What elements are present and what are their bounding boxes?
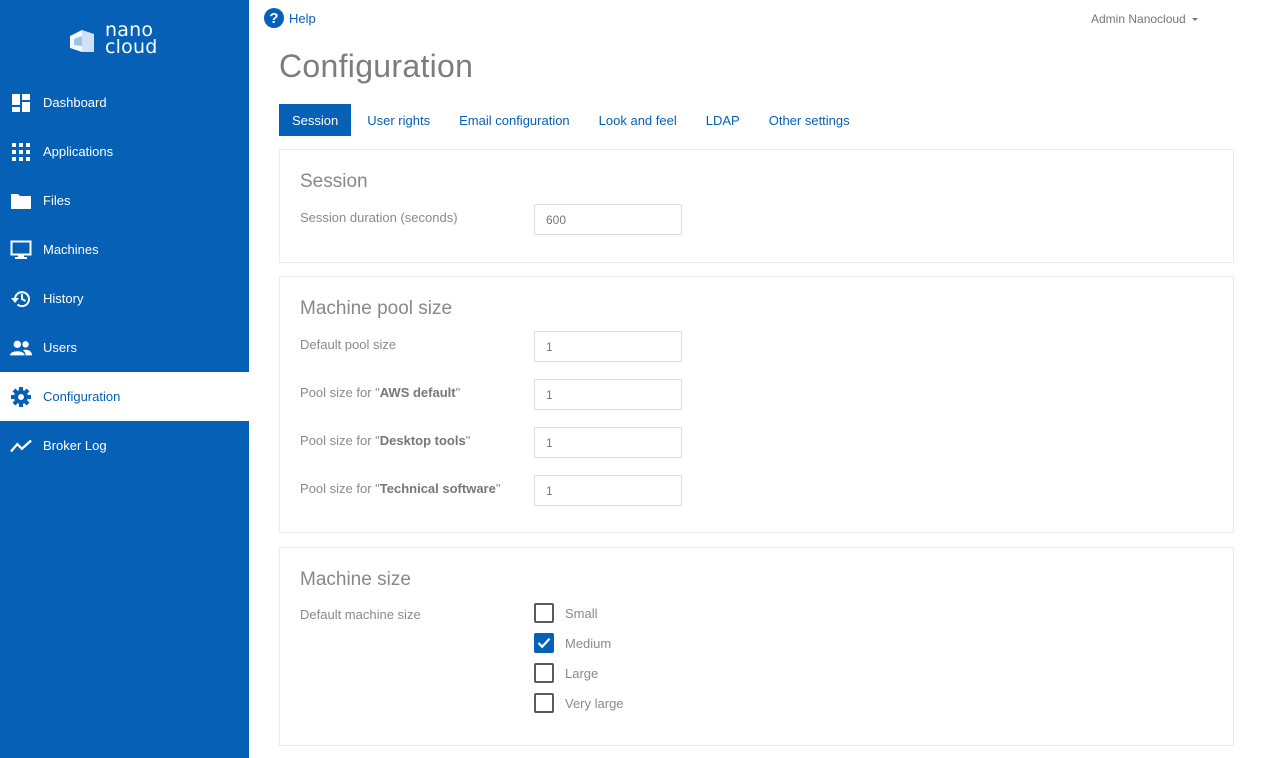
sidebar-item-label: Dashboard <box>43 95 107 110</box>
sidebar-item-label: Configuration <box>43 389 121 404</box>
apps-grid-icon <box>10 141 32 163</box>
pool-panel: Machine pool size Default pool size 1 Po… <box>279 276 1234 533</box>
option-label: Small <box>565 605 598 621</box>
option-label: Medium <box>565 635 612 651</box>
checkbox-very-large[interactable] <box>534 693 554 713</box>
nanocloud-logo[interactable]: nano cloud <box>68 21 158 62</box>
checkbox-medium[interactable] <box>534 633 554 653</box>
sidebar-item-history[interactable]: History <box>0 274 249 323</box>
sidebar: nano cloud Dashboard Applications Files … <box>0 0 249 758</box>
machine-size-title: Machine size <box>300 569 411 590</box>
session-duration-label: Session duration (seconds) <box>300 210 458 225</box>
option-label: Large <box>565 665 599 681</box>
help-icon: ? <box>264 8 284 28</box>
sidebar-item-users[interactable]: Users <box>0 323 249 372</box>
page-title: Configuration <box>279 48 474 84</box>
sidebar-item-label: Machines <box>43 242 99 257</box>
sidebar-item-label: Applications <box>43 144 114 159</box>
tab-other-settings[interactable]: Other settings <box>756 104 863 136</box>
sidebar-item-label: Files <box>43 193 71 208</box>
gear-icon <box>10 386 32 408</box>
option-label: Very large <box>565 695 624 711</box>
help-link[interactable]: ? Help <box>264 8 316 28</box>
tab-session[interactable]: Session <box>279 104 352 136</box>
tab-email-configuration[interactable]: Email configuration <box>446 104 583 136</box>
default-machine-size-label: Default machine size <box>300 607 421 622</box>
machine-size-option-medium[interactable]: Medium <box>534 633 611 653</box>
users-icon <box>10 337 32 359</box>
pool-title: Machine pool size <box>300 298 453 319</box>
pool-size-input-technical-software[interactable]: 1 <box>534 475 682 506</box>
checkmark-icon <box>537 638 551 649</box>
default-pool-size-label: Default pool size <box>300 337 397 352</box>
logo-line-2: cloud <box>105 36 158 58</box>
user-name: Admin Nanocloud <box>1091 12 1186 26</box>
pool-size-input-desktop-tools[interactable]: 1 <box>534 427 682 458</box>
folder-icon <box>10 190 32 212</box>
session-duration-input[interactable]: 600 <box>534 204 682 235</box>
checkbox-small[interactable] <box>534 603 554 623</box>
session-title: Session <box>300 171 368 192</box>
machine-size-option-large[interactable]: Large <box>534 663 598 683</box>
sidebar-item-label: History <box>43 291 84 306</box>
pool-size-label-aws-default: Pool size for "AWS default" <box>300 385 461 400</box>
sidebar-item-dashboard[interactable]: Dashboard <box>0 78 249 127</box>
nanocloud-logo-icon <box>70 30 94 52</box>
history-icon <box>10 288 32 310</box>
user-menu[interactable]: Admin Nanocloud <box>1091 12 1198 26</box>
tab-user-rights[interactable]: User rights <box>354 104 443 136</box>
config-tabs: Session User rights Email configuration … <box>279 104 866 136</box>
sidebar-item-label: Users <box>43 340 77 355</box>
pool-size-label-technical-software: Pool size for "Technical software" <box>300 481 501 496</box>
sidebar-item-applications[interactable]: Applications <box>0 127 249 176</box>
sidebar-item-broker-log[interactable]: Broker Log <box>0 421 249 470</box>
machine-size-option-very-large[interactable]: Very large <box>534 693 624 713</box>
monitor-icon <box>10 239 32 261</box>
machine-size-option-small[interactable]: Small <box>534 603 598 623</box>
dashboard-icon <box>10 92 32 114</box>
tab-look-and-feel[interactable]: Look and feel <box>586 104 690 136</box>
session-panel: Session Session duration (seconds) 600 <box>279 149 1234 263</box>
logo-text: nano cloud <box>105 21 158 58</box>
machine-size-panel: Machine size Default machine size Small … <box>279 547 1234 746</box>
tab-ldap[interactable]: LDAP <box>693 104 753 136</box>
sidebar-nav: Dashboard Applications Files Machines Hi… <box>0 78 249 470</box>
pool-size-label-desktop-tools: Pool size for "Desktop tools" <box>300 433 471 448</box>
caret-down-icon <box>1191 18 1198 21</box>
pool-size-input-aws-default[interactable]: 1 <box>534 379 682 410</box>
sidebar-item-files[interactable]: Files <box>0 176 249 225</box>
sidebar-item-configuration[interactable]: Configuration <box>0 372 249 421</box>
default-pool-size-input[interactable]: 1 <box>534 331 682 362</box>
sidebar-item-label: Broker Log <box>43 438 107 453</box>
line-chart-icon <box>10 435 32 457</box>
checkbox-large[interactable] <box>534 663 554 683</box>
help-label: Help <box>289 10 316 26</box>
sidebar-item-machines[interactable]: Machines <box>0 225 249 274</box>
